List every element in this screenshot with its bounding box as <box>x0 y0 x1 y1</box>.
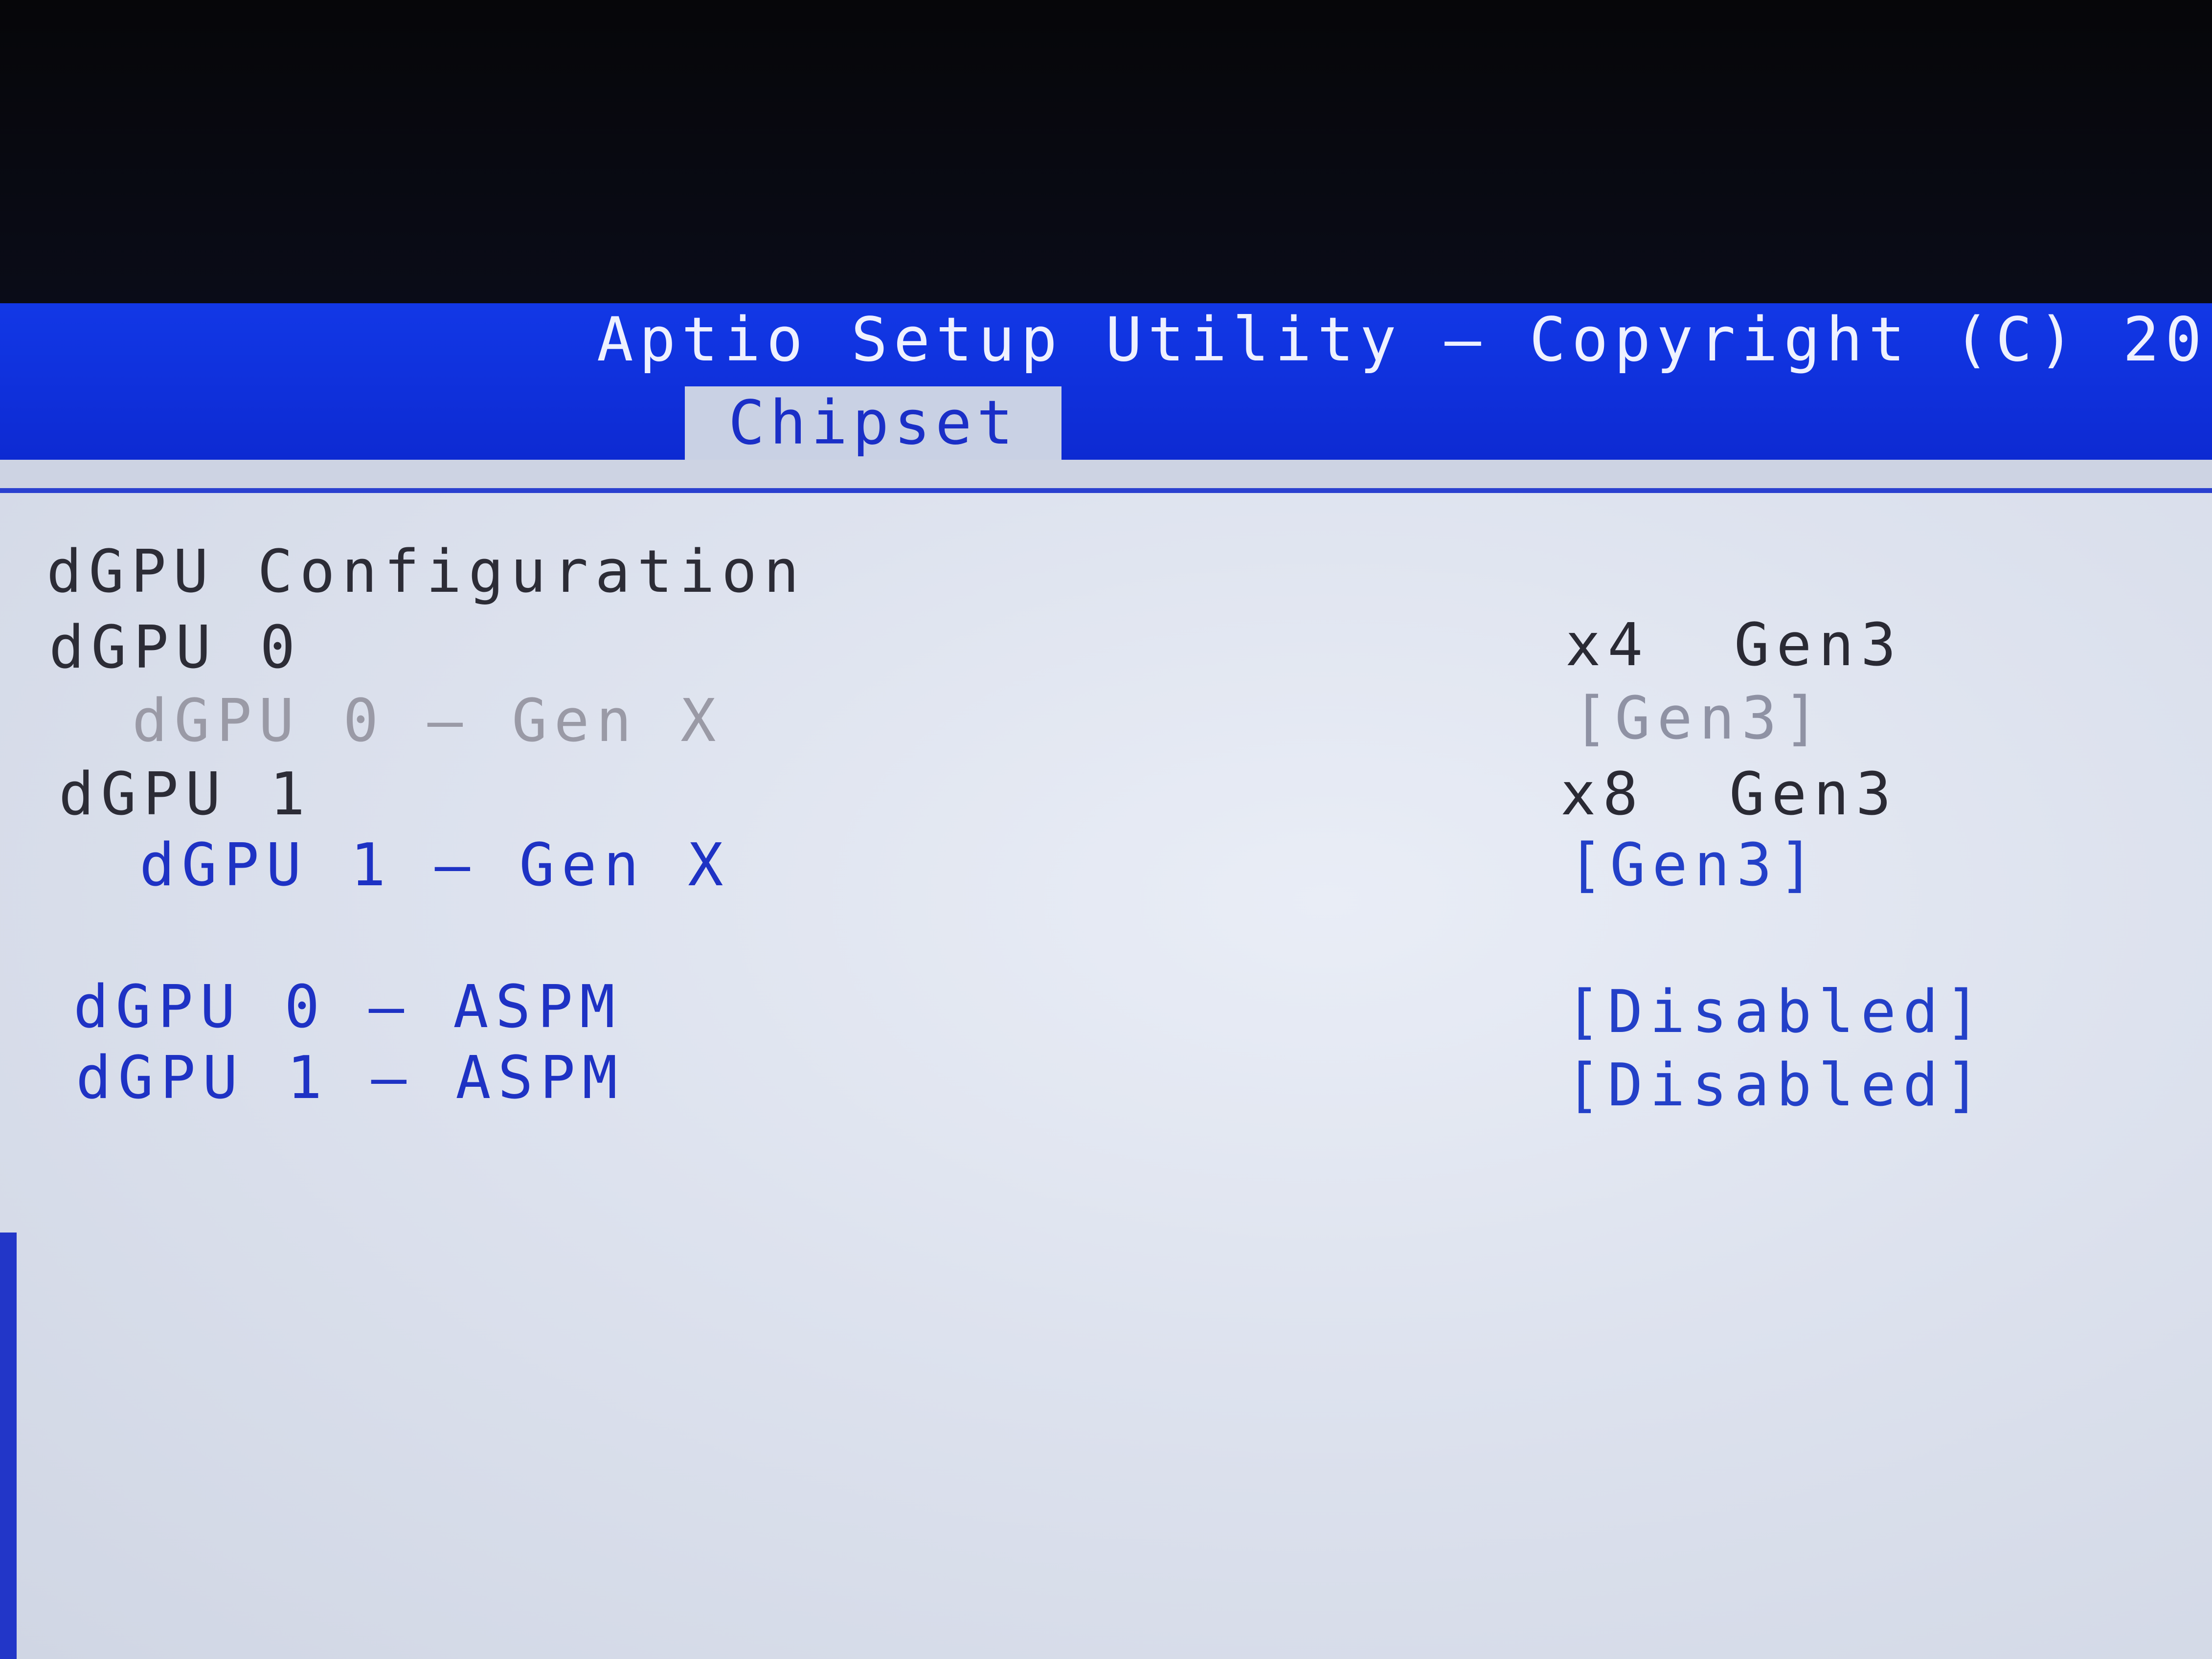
panel-left-border <box>0 1233 17 1659</box>
dgpu0-genx-value: [Gen3] <box>1573 685 1826 753</box>
dgpu1-genx-label[interactable]: dGPU 1 – Gen X <box>139 831 730 900</box>
section-title: dGPU Configuration <box>46 538 806 606</box>
dgpu1-aspm-label[interactable]: dGPU 1 – ASPM <box>76 1044 624 1113</box>
tab-chipset[interactable]: Chipset <box>685 386 1061 460</box>
dgpu0-aspm-label[interactable]: dGPU 0 – ASPM <box>73 973 622 1042</box>
app-title: Aptio Setup Utility – Copyright (C) 20 <box>597 305 2208 375</box>
dgpu0-link-status: x4 Gen3 <box>1565 611 1903 679</box>
dgpu1-aspm-value[interactable]: [Disabled] <box>1565 1052 1987 1120</box>
dgpu0-aspm-value[interactable]: [Disabled] <box>1565 978 1987 1047</box>
dgpu0-label: dGPU 0 <box>49 614 302 682</box>
screen-bezel <box>0 0 2212 303</box>
dgpu1-link-status: x8 Gen3 <box>1560 761 1898 829</box>
dgpu1-label: dGPU 1 <box>59 761 312 829</box>
dgpu0-genx-label: dGPU 0 – Gen X <box>132 687 723 755</box>
dgpu1-genx-value[interactable]: [Gen3] <box>1568 831 1821 900</box>
tab-separator-line <box>0 488 2212 493</box>
